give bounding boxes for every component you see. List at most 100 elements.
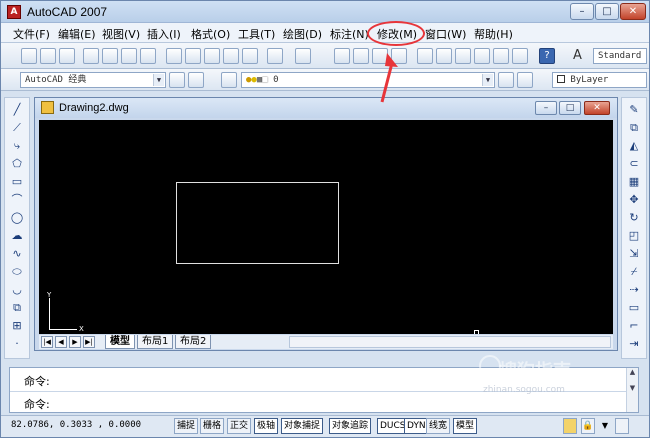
close-button[interactable]: ✕	[620, 3, 646, 20]
horizontal-scrollbar[interactable]	[289, 336, 611, 348]
drawing-close-button[interactable]: ✕	[584, 101, 610, 115]
workspace-combo[interactable]: AutoCAD 经典 ▼	[20, 72, 166, 88]
properties-icon[interactable]	[417, 48, 433, 64]
workspace-settings-icon[interactable]	[169, 72, 185, 88]
copy-icon[interactable]	[185, 48, 201, 64]
save-workspace-icon[interactable]	[188, 72, 204, 88]
make-block-icon[interactable]: ⊞	[10, 319, 24, 333]
trim-icon[interactable]: ⌿	[627, 265, 641, 279]
polar-toggle[interactable]: 极轴	[254, 418, 279, 434]
scale-icon[interactable]: ◰	[627, 229, 641, 243]
menu-file[interactable]: 文件(F)	[13, 26, 50, 42]
ellipse-arc-icon[interactable]: ◡	[10, 283, 24, 297]
erase-icon[interactable]: ✎	[627, 103, 641, 117]
move-icon[interactable]: ✥	[627, 193, 641, 207]
tab-layout1[interactable]: 布局1	[137, 335, 174, 349]
layer-combo[interactable]: ●●■■ 0 ▼	[241, 72, 495, 88]
lock-icon[interactable]: 🔒	[581, 418, 595, 434]
zoom-realtime-icon[interactable]	[353, 48, 369, 64]
tab-model[interactable]: 模型	[105, 335, 135, 349]
command-scrollbar[interactable]: ▲ ▼	[626, 368, 638, 412]
spline-icon[interactable]: ∿	[10, 247, 24, 261]
polyline-icon[interactable]: ⤷	[10, 139, 24, 153]
osnap-toggle[interactable]: 对象捕捉	[281, 418, 324, 434]
grid-toggle[interactable]: 栅格	[200, 418, 225, 434]
markup-icon[interactable]	[493, 48, 509, 64]
ortho-toggle[interactable]: 正交	[227, 418, 252, 434]
lineweight-toggle[interactable]: 线宽	[426, 418, 451, 434]
sheet-set-icon[interactable]	[474, 48, 490, 64]
design-center-icon[interactable]	[436, 48, 452, 64]
circle-icon[interactable]: ◯	[10, 211, 24, 225]
paste-icon[interactable]	[204, 48, 220, 64]
stretch-icon[interactable]: ⇲	[627, 247, 641, 261]
block-editor-icon[interactable]	[242, 48, 258, 64]
polygon-icon[interactable]: ⬠	[10, 157, 24, 171]
menu-view[interactable]: 视图(V)	[102, 26, 140, 42]
array-icon[interactable]: ▦	[627, 175, 641, 189]
menu-help[interactable]: 帮助(H)	[474, 26, 513, 42]
open-file-icon[interactable]	[40, 48, 56, 64]
cut-icon[interactable]	[166, 48, 182, 64]
ellipse-icon[interactable]: ⬭	[10, 265, 24, 279]
last-tab-icon[interactable]: ▶|	[83, 336, 95, 348]
offset-icon[interactable]: ⊂	[627, 157, 641, 171]
insert-block-icon[interactable]: ⧉	[10, 301, 24, 315]
color-combo[interactable]: ByLayer	[552, 72, 647, 88]
3d-dwf-icon[interactable]	[140, 48, 156, 64]
match-properties-icon[interactable]	[223, 48, 239, 64]
menu-window[interactable]: 窗口(W)	[425, 26, 466, 42]
publish-icon[interactable]	[121, 48, 137, 64]
menu-dimension[interactable]: 标注(N)	[330, 26, 369, 42]
arc-icon[interactable]: ⌒	[10, 193, 24, 207]
layer-previous-icon[interactable]	[517, 72, 533, 88]
drawing-maximize-button[interactable]: □	[559, 101, 581, 115]
menu-format[interactable]: 格式(O)	[191, 26, 230, 42]
zoom-previous-icon[interactable]	[391, 48, 407, 64]
point-icon[interactable]: ·	[10, 337, 24, 351]
next-tab-icon[interactable]: ▶	[69, 336, 81, 348]
text-style-combo[interactable]: Standard	[593, 48, 647, 64]
copy-object-icon[interactable]: ⧉	[627, 121, 641, 135]
break-icon[interactable]: ▭	[627, 301, 641, 315]
menu-tools[interactable]: 工具(T)	[238, 26, 275, 42]
layer-manager-icon[interactable]	[221, 72, 237, 88]
model-toggle[interactable]: 模型	[453, 418, 478, 434]
save-icon[interactable]	[59, 48, 75, 64]
undo-icon[interactable]	[267, 48, 283, 64]
menu-insert[interactable]: 插入(I)	[147, 26, 181, 42]
mirror-icon[interactable]: ◭	[627, 139, 641, 153]
dyn-toggle[interactable]: DYN	[404, 418, 429, 434]
chamfer-icon[interactable]: ⌐	[627, 319, 641, 333]
join-icon[interactable]: ⇥	[627, 337, 641, 351]
redo-icon[interactable]	[295, 48, 311, 64]
communication-center-icon[interactable]	[563, 418, 577, 434]
extend-icon[interactable]: ⇢	[627, 283, 641, 297]
revision-cloud-icon[interactable]: ☁	[10, 229, 24, 243]
pan-icon[interactable]	[334, 48, 350, 64]
drawn-rectangle[interactable]	[176, 182, 339, 264]
menu-draw[interactable]: 绘图(D)	[283, 26, 322, 42]
calculator-icon[interactable]	[512, 48, 528, 64]
new-file-icon[interactable]	[21, 48, 37, 64]
print-icon[interactable]	[83, 48, 99, 64]
otrack-toggle[interactable]: 对象追踪	[329, 418, 372, 434]
rotate-icon[interactable]: ↻	[627, 211, 641, 225]
drawing-minimize-button[interactable]: –	[535, 101, 557, 115]
menu-edit[interactable]: 编辑(E)	[58, 26, 96, 42]
clean-screen-icon[interactable]	[615, 418, 629, 434]
help-icon[interactable]: ?	[539, 48, 555, 64]
maximize-button[interactable]: □	[595, 3, 619, 20]
snap-toggle[interactable]: 捕捉	[174, 418, 199, 434]
minimize-button[interactable]: –	[570, 3, 594, 20]
make-layer-current-icon[interactable]	[498, 72, 514, 88]
tab-layout2[interactable]: 布局2	[175, 335, 212, 349]
tool-palettes-icon[interactable]	[455, 48, 471, 64]
drawing-canvas[interactable]: Y X	[39, 120, 613, 334]
construction-line-icon[interactable]: ⟋	[10, 121, 24, 135]
command-prompt[interactable]: 命令:	[24, 396, 50, 412]
plot-preview-icon[interactable]	[102, 48, 118, 64]
line-icon[interactable]: ╱	[10, 103, 24, 117]
first-tab-icon[interactable]: |◀	[41, 336, 53, 348]
status-menu-icon[interactable]: ▼	[599, 418, 611, 434]
